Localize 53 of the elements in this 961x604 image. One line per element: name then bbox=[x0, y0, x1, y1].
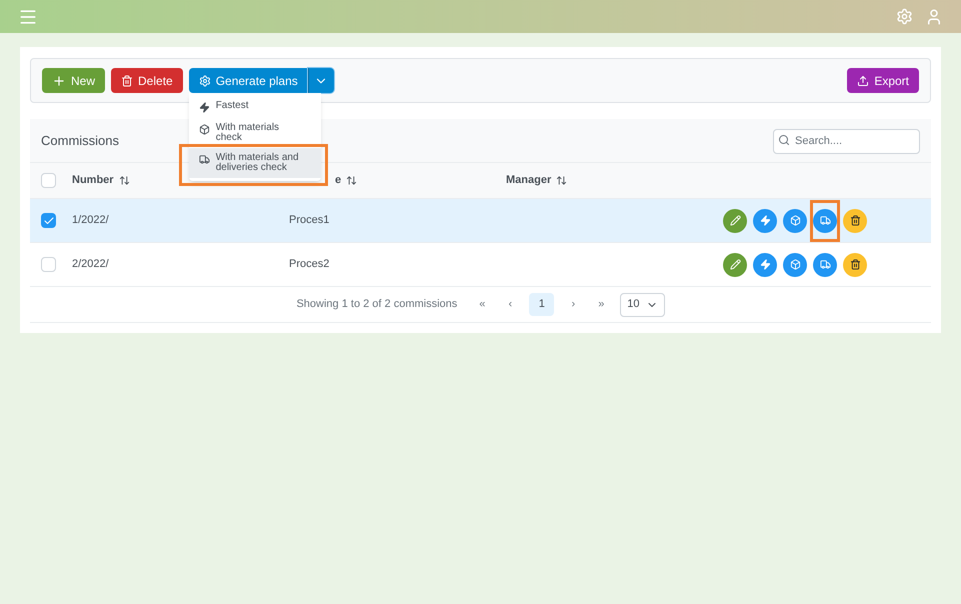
user-icon[interactable] bbox=[925, 8, 943, 26]
checkbox[interactable] bbox=[41, 173, 56, 188]
page-size-dropdown[interactable]: 10 bbox=[620, 292, 665, 316]
settings-icon[interactable] bbox=[896, 8, 913, 25]
upload-icon bbox=[857, 74, 870, 86]
column-header[interactable]: Number bbox=[72, 172, 114, 189]
row-action-button[interactable] bbox=[843, 208, 867, 232]
column-header[interactable]: Manager bbox=[506, 172, 552, 189]
next-page-button[interactable]: › bbox=[564, 296, 582, 313]
pencil-icon bbox=[730, 215, 740, 226]
box-icon bbox=[790, 259, 800, 270]
pagination-summary: Showing 1 to 2 of 2 commissions bbox=[296, 297, 458, 312]
table-cell: Proces2 bbox=[289, 258, 330, 270]
table-cell: 1/2022/ bbox=[72, 214, 109, 226]
bolt-icon bbox=[760, 259, 770, 270]
sort-icon[interactable] bbox=[118, 175, 130, 186]
truck-icon bbox=[820, 259, 830, 270]
page-button[interactable]: 1 bbox=[529, 293, 554, 316]
trash-icon bbox=[850, 215, 860, 226]
truck-icon bbox=[198, 154, 210, 165]
delete-button[interactable]: Delete bbox=[111, 68, 183, 93]
table-cell: 2/2022/ bbox=[72, 258, 109, 270]
search-icon bbox=[778, 134, 790, 146]
trash-icon bbox=[121, 74, 134, 86]
sort-icon[interactable] bbox=[346, 175, 358, 186]
previous-page-button[interactable]: ‹ bbox=[501, 296, 520, 313]
trash-icon bbox=[850, 259, 860, 270]
table-title: Commissions bbox=[41, 132, 120, 150]
checkbox[interactable] bbox=[41, 213, 56, 228]
menu-item[interactable]: With materials check bbox=[188, 118, 321, 148]
export-button[interactable]: Export bbox=[847, 68, 919, 93]
search-field[interactable]: Search.... bbox=[773, 128, 920, 154]
truck-icon bbox=[820, 215, 830, 226]
plus-icon bbox=[52, 74, 66, 88]
table-cell: Proces1 bbox=[289, 214, 330, 226]
bolt-icon bbox=[198, 102, 210, 113]
pencil-icon bbox=[730, 259, 740, 270]
sort-icon[interactable] bbox=[556, 175, 568, 186]
dropdown-toggle[interactable] bbox=[308, 68, 334, 93]
bolt-icon bbox=[760, 215, 770, 226]
check-icon bbox=[42, 214, 54, 226]
menu-item[interactable]: With materials and deliveries check bbox=[188, 148, 321, 178]
checkbox[interactable] bbox=[41, 257, 56, 272]
first-page-button[interactable]: « bbox=[473, 296, 492, 313]
menu-item[interactable]: Fastest bbox=[188, 96, 321, 118]
gear-icon bbox=[198, 74, 211, 86]
row-action-button[interactable] bbox=[843, 252, 867, 276]
box-icon bbox=[790, 215, 800, 226]
column-header[interactable]: e bbox=[335, 172, 342, 189]
last-page-button[interactable]: » bbox=[592, 296, 610, 313]
generate-plans-button[interactable]: Generate plans bbox=[188, 68, 308, 93]
table-row[interactable]: 1/2022/ Proces1 bbox=[30, 199, 931, 243]
box-icon bbox=[198, 124, 210, 135]
